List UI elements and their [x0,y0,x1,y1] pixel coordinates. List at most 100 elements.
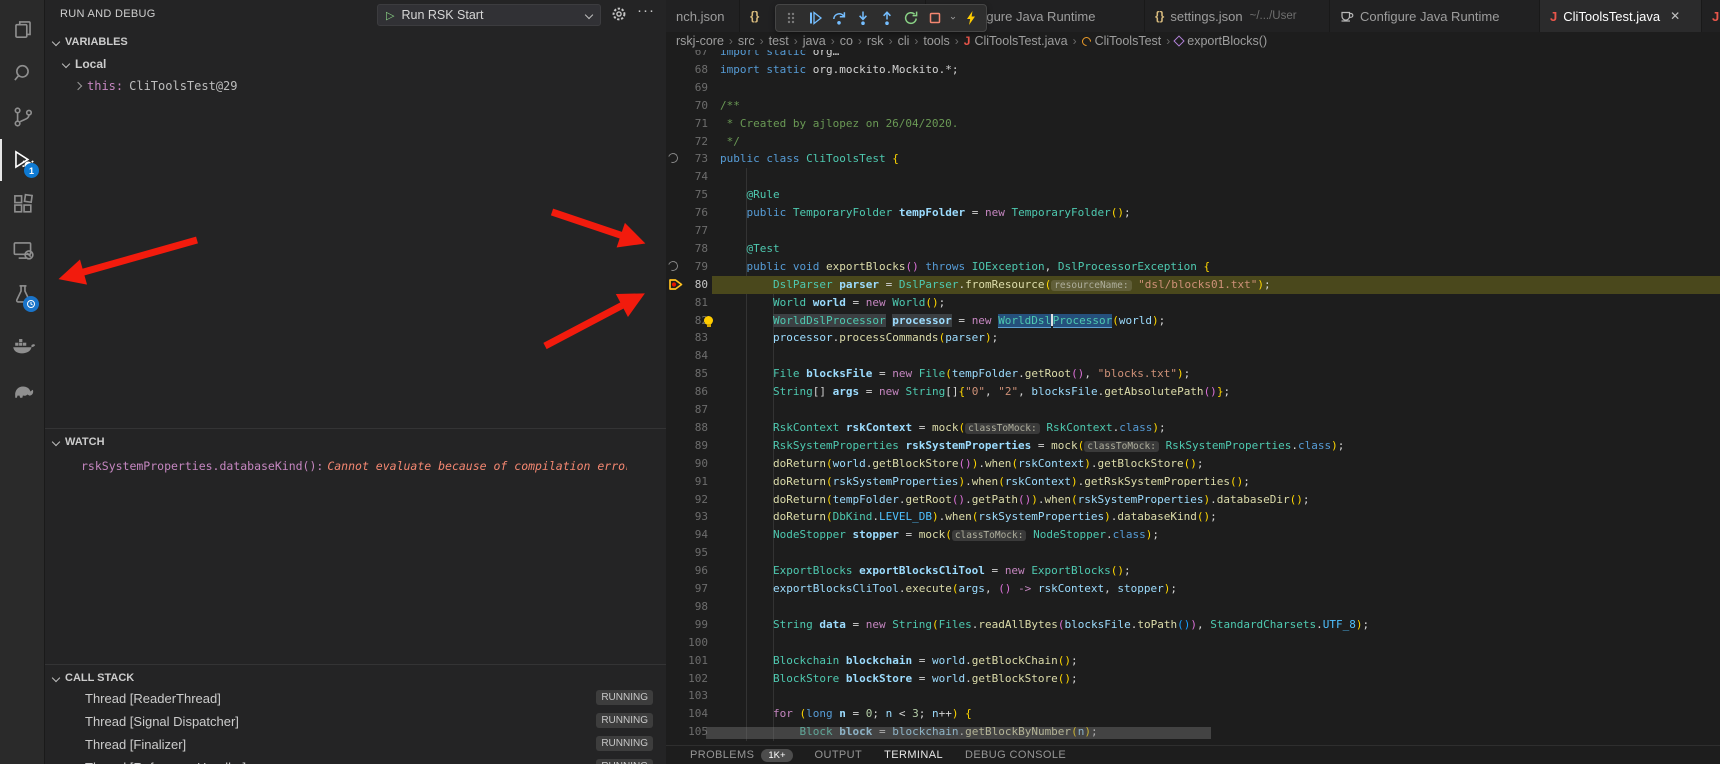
breadcrumb-item-cli[interactable]: cli [898,34,910,48]
line-number[interactable]: 76 [676,206,708,219]
line-number[interactable]: 81 [676,296,708,309]
code-text[interactable]: import static org… [720,50,839,58]
code-text[interactable]: public void exportBlocks() throws IOExce… [720,260,1210,273]
line-number[interactable]: 92 [676,493,708,506]
line-number[interactable]: 88 [676,421,708,434]
breadcrumb-item-clitoolstest-java[interactable]: JCliToolsTest.java [964,34,1068,48]
watch-section-header[interactable]: WATCH [45,432,666,452]
code-line-90[interactable]: 90 doReturn(world.getBlockStore()).when(… [666,455,1720,473]
code-line-82[interactable]: 82 WorldDslProcessor processor = new Wor… [666,312,1720,330]
code-line-101[interactable]: 101 Blockchain blockchain = world.getBlo… [666,652,1720,670]
run-and-debug-activity-item[interactable] [0,139,45,181]
docker-activity-item[interactable] [0,323,45,365]
breadcrumb-item-rsk[interactable]: rsk [867,34,884,48]
panel-tab-terminal[interactable]: TERMINAL [884,749,943,761]
code-line-67[interactable]: 67 import static org… [666,50,1720,61]
remote-explorer-activity-item[interactable] [0,229,45,271]
code-line-77[interactable]: 77 [666,222,1720,240]
breadcrumb-item-rskj-core[interactable]: rskj-core [676,34,724,48]
code-text[interactable]: String[] args = new String[]{"0", "2", b… [720,385,1230,398]
stop-button[interactable] [924,7,946,29]
code-text[interactable]: File blocksFile = new File(tempFolder.ge… [720,367,1190,380]
source-control-activity-item[interactable] [0,96,45,138]
code-text[interactable]: World world = new World(); [720,296,945,309]
launch-config-dropdown[interactable]: ▷ Run RSK Start [377,4,601,26]
panel-tab-output[interactable]: OUTPUT [815,749,863,761]
line-number[interactable]: 104 [676,707,708,720]
line-number[interactable]: 87 [676,403,708,416]
line-number[interactable]: 69 [676,81,708,94]
variable-this-row[interactable]: this: CliToolsTest@29 [45,76,666,96]
tab-settings.json[interactable]: {}settings.json~/.../User [1145,0,1330,32]
breadcrumb-item-java[interactable]: java [803,34,826,48]
code-line-75[interactable]: 75 @Rule [666,186,1720,204]
line-number[interactable]: 95 [676,546,708,559]
code-text[interactable]: BlockStore blockStore = world.getBlockSt… [720,672,1078,685]
step-into-button[interactable] [852,7,874,29]
code-line-102[interactable]: 102 BlockStore blockStore = world.getBlo… [666,670,1720,688]
line-number[interactable]: 84 [676,349,708,362]
line-number[interactable]: 78 [676,242,708,255]
line-number[interactable]: 71 [676,117,708,130]
line-number[interactable]: 74 [676,170,708,183]
line-number[interactable]: 68 [676,63,708,76]
code-line-97[interactable]: 97 exportBlocksCliTool.execute(args, () … [666,580,1720,598]
code-line-71[interactable]: 71 * Created by ajlopez on 26/04/2020. [666,115,1720,133]
code-line-68[interactable]: 68import static org.mockito.Mockito.*; [666,61,1720,79]
line-number[interactable]: 83 [676,331,708,344]
code-line-104[interactable]: 104 for (long n = 0; n < 3; n++) { [666,705,1720,723]
code-line-83[interactable]: 83 processor.processCommands(parser); [666,329,1720,347]
line-number[interactable]: 90 [676,457,708,470]
line-number[interactable]: 80 [676,278,708,291]
line-number[interactable]: 70 [676,99,708,112]
watch-expression-row[interactable]: rskSystemProperties.databaseKind(): Cann… [45,456,666,476]
code-text[interactable]: NodeStopper stopper = mock(classToMock: … [720,528,1159,541]
code-text[interactable]: @Test [720,242,780,255]
code-text[interactable]: ExportBlocks exportBlocksCliTool = new E… [720,564,1131,577]
call-stack-thread-row[interactable]: Thread [Signal Dispatcher]RUNNING [45,711,666,732]
line-number[interactable]: 77 [676,224,708,237]
restart-button[interactable] [900,7,922,29]
line-number[interactable]: 67 [676,50,708,58]
code-editor[interactable]: 67 import static org… 68import static org.… [666,50,1720,745]
explorer-activity-item[interactable] [0,8,45,50]
line-number[interactable]: 96 [676,564,708,577]
breadcrumb-item-co[interactable]: co [840,34,853,48]
code-line-70[interactable]: 70/** [666,97,1720,115]
tab-nch.json[interactable]: nch.json [666,0,740,32]
code-text[interactable]: doReturn(DbKind.LEVEL_DB).when(rskSystem… [720,510,1217,523]
code-text[interactable]: @Rule [720,188,780,201]
code-line-81[interactable]: 81 World world = new World(); [666,294,1720,312]
line-number[interactable]: 73 [676,152,708,165]
extensions-activity-item[interactable] [0,183,45,225]
line-number[interactable]: 85 [676,367,708,380]
code-line-89[interactable]: 89 RskSystemProperties rskSystemProperti… [666,437,1720,455]
line-number[interactable]: 86 [676,385,708,398]
lightbulb-icon[interactable] [704,316,713,325]
code-text[interactable]: public TemporaryFolder tempFolder = new … [720,206,1131,219]
breadcrumb-item-src[interactable]: src [738,34,755,48]
code-line-93[interactable]: 93 doReturn(DbKind.LEVEL_DB).when(rskSys… [666,508,1720,526]
hot-code-replace-button[interactable] [960,7,982,29]
code-line-72[interactable]: 72 */ [666,133,1720,151]
tab-Configure Java Runtime[interactable]: Configure Java Runtime [1330,0,1540,32]
code-text[interactable]: Blockchain blockchain = world.getBlockCh… [720,654,1078,667]
code-line-91[interactable]: 91 doReturn(rskSystemProperties).when(rs… [666,473,1720,491]
tab-hidden-6[interactable]: J [1702,0,1720,32]
call-stack-section-header[interactable]: CALL STACK [45,668,666,688]
more-actions-icon[interactable]: ··· [637,2,655,19]
code-text[interactable]: DslParser parser = DslParser.fromResourc… [720,278,1271,291]
code-text[interactable]: doReturn(tempFolder.getRoot().getPath())… [720,493,1310,506]
code-text[interactable]: RskContext rskContext = mock(classToMock… [720,421,1166,434]
code-text[interactable]: String data = new String(Files.readAllBy… [720,618,1369,631]
line-number[interactable]: 97 [676,582,708,595]
line-number[interactable]: 93 [676,510,708,523]
gear-icon[interactable] [610,5,628,23]
code-line-94[interactable]: 94 NodeStopper stopper = mock(classToMoc… [666,526,1720,544]
line-number[interactable]: 103 [676,689,708,702]
code-line-85[interactable]: 85 File blocksFile = new File(tempFolder… [666,365,1720,383]
code-text[interactable]: processor.processCommands(parser); [720,331,998,344]
code-line-80[interactable]: 80 DslParser parser = DslParser.fromReso… [666,276,1720,294]
code-line-98[interactable]: 98 [666,598,1720,616]
code-text[interactable]: */ [720,135,740,148]
